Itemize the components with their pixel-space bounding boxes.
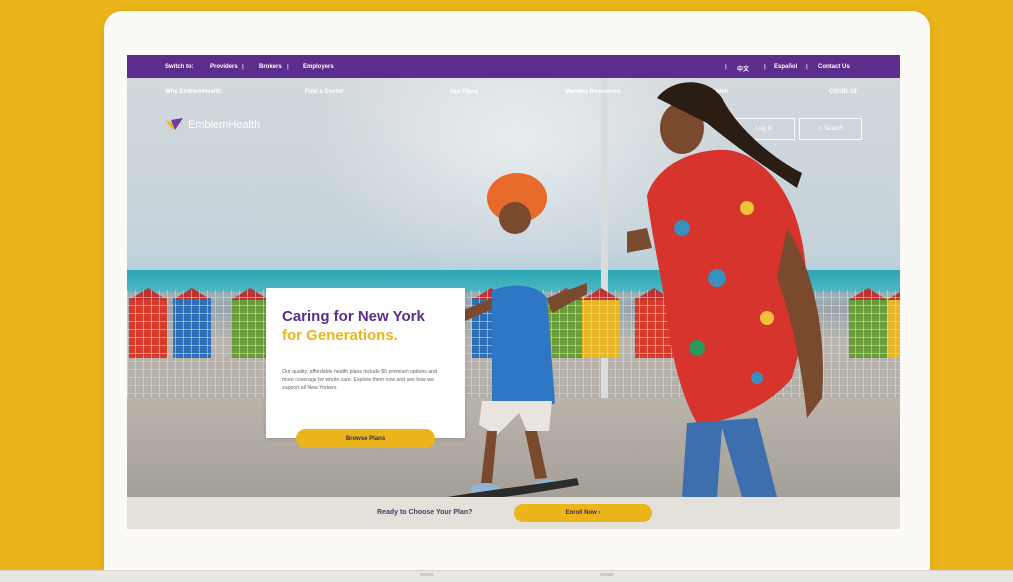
divider: | [764, 64, 766, 70]
website-screen: Switch to: Providers | Brokers | Employe… [127, 55, 900, 529]
divider: | [806, 64, 808, 70]
enroll-bar: Ready to Choose Your Plan? Enroll Now › [127, 497, 900, 529]
browse-plans-button[interactable]: Browse Plans [296, 429, 435, 448]
employers-link[interactable]: Employers [303, 64, 334, 70]
divider: | [287, 64, 289, 70]
hero-description: Our quality, affordable health plans inc… [282, 369, 437, 391]
nav-our-plans[interactable]: Our Plans [450, 89, 478, 95]
hero-title-line2: for Generations. [282, 327, 398, 344]
utility-bar: Switch to: Providers | Brokers | Employe… [127, 55, 900, 78]
emblemhealth-logo-icon [165, 118, 183, 130]
nav-why-emblemhealth[interactable]: Why EmblemHealth [165, 89, 221, 95]
hero-title-line1: Caring for New York [282, 308, 425, 325]
language-chinese-link[interactable]: 中文 [737, 64, 749, 73]
language-spanish-link[interactable]: Español [774, 64, 797, 70]
brand-logo[interactable]: EmblemHealth [165, 118, 260, 132]
enroll-prompt: Ready to Choose Your Plan? [377, 509, 473, 516]
hero-title: Caring for New York for Generations. [282, 307, 425, 345]
brand-name: EmblemHealth [188, 119, 261, 131]
nav-member-resources[interactable]: Member Resources [565, 89, 620, 95]
divider: | [242, 64, 244, 70]
divider: | [725, 64, 727, 70]
brokers-link[interactable]: Brokers [259, 64, 282, 70]
enroll-now-button[interactable]: Enroll Now › [514, 504, 652, 522]
nav-find-a-doctor[interactable]: Find a Doctor [305, 89, 344, 95]
father-figure [627, 82, 823, 497]
providers-link[interactable]: Providers [210, 64, 238, 70]
base-notch [600, 573, 614, 576]
hero-section: Why EmblemHealth Find a Doctor Our Plans… [127, 78, 900, 503]
contact-us-link[interactable]: Contact Us [818, 64, 850, 70]
hero-card: Caring for New York for Generations. Our… [266, 288, 465, 448]
laptop-base [0, 570, 1013, 582]
switch-to-label: Switch to: [165, 64, 194, 70]
base-notch [420, 573, 434, 576]
